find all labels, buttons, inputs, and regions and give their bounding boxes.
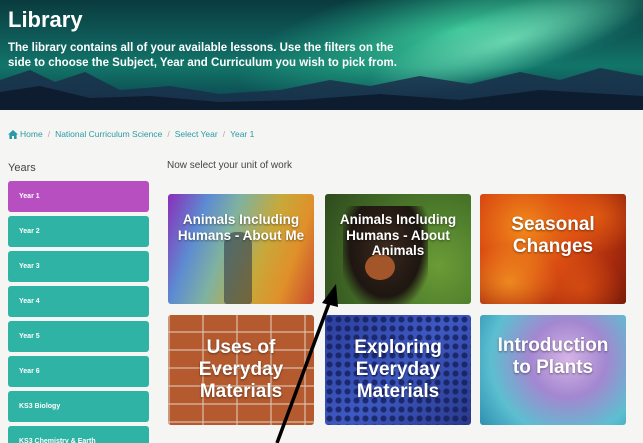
year-item-year-4[interactable]: Year 4 xyxy=(8,286,149,317)
unit-card-animals-about-me[interactable]: Animals Including Humans - About Me xyxy=(168,194,314,304)
year-item-year-2[interactable]: Year 2 xyxy=(8,216,149,247)
unit-card-title: Seasonal Changes xyxy=(511,214,595,257)
unit-card-animals-about-animals[interactable]: Animals Including Humans - About Animals xyxy=(325,194,471,304)
year-item-year-3[interactable]: Year 3 xyxy=(8,251,149,282)
unit-heading: Now select your unit of work xyxy=(167,160,293,171)
unit-card-title: Animals Including Humans - About Animals xyxy=(339,212,457,259)
year-item-year-5[interactable]: Year 5 xyxy=(8,321,149,352)
breadcrumb-select-year[interactable]: Select Year xyxy=(175,129,218,139)
years-heading: Years xyxy=(8,162,36,174)
library-banner: Library The library contains all of your… xyxy=(0,0,643,110)
year-item-ks3-chemistry-earth[interactable]: KS3 Chemistry & Earth xyxy=(8,426,149,443)
year-item-year-1[interactable]: Year 1 xyxy=(8,181,149,212)
year-item-ks3-biology[interactable]: KS3 Biology xyxy=(8,391,149,422)
home-icon xyxy=(8,129,18,139)
breadcrumb: Home / National Curriculum Science / Sel… xyxy=(8,129,254,139)
page-description: The library contains all of your availab… xyxy=(8,42,397,69)
breadcrumb-separator: / xyxy=(167,129,170,139)
unit-card-introduction-to-plants[interactable]: Introduction to Plants xyxy=(480,315,626,425)
unit-card-exploring-everyday-materials[interactable]: Exploring Everyday Materials xyxy=(325,315,471,425)
unit-card-seasonal-changes[interactable]: Seasonal Changes xyxy=(480,194,626,304)
page-title: Library xyxy=(8,7,83,32)
unit-card-title: Animals Including Humans - About Me xyxy=(177,212,305,243)
breadcrumb-national-curriculum-science[interactable]: National Curriculum Science xyxy=(55,129,162,139)
year-filter-list: Year 1 Year 2 Year 3 Year 4 Year 5 Year … xyxy=(8,181,149,443)
breadcrumb-separator: / xyxy=(47,129,51,139)
unit-card-uses-of-everyday-materials[interactable]: Uses of Everyday Materials xyxy=(168,315,314,425)
unit-card-title: Introduction to Plants xyxy=(497,335,609,378)
unit-card-title: Uses of Everyday Materials xyxy=(198,337,284,402)
unit-card-title: Exploring Everyday Materials xyxy=(354,337,442,402)
year-item-year-6[interactable]: Year 6 xyxy=(8,356,149,387)
breadcrumb-year-1[interactable]: Year 1 xyxy=(230,129,254,139)
breadcrumb-home[interactable]: Home xyxy=(20,129,43,139)
breadcrumb-separator: / xyxy=(222,129,226,139)
